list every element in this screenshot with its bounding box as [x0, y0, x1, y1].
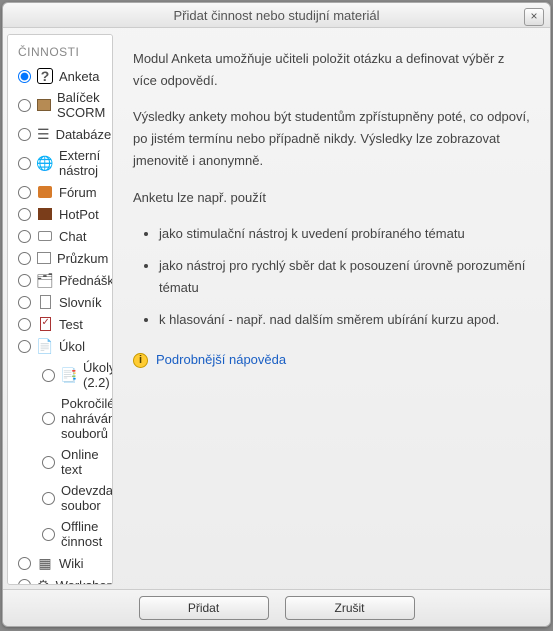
sub-upload-file[interactable]: Odevzdat soubor [8, 480, 112, 516]
activity-radio[interactable] [18, 274, 31, 287]
activity-label: Workshop [56, 578, 113, 586]
chat-icon [37, 228, 53, 244]
activity-radio[interactable] [42, 492, 55, 505]
activity-radio[interactable] [18, 208, 31, 221]
task-icon: 📄 [37, 338, 53, 354]
activity-radio[interactable] [18, 99, 31, 112]
activity-label: Anketa [59, 69, 99, 84]
dialog-footer: Přidat Zrušit [3, 589, 550, 626]
activity-radio[interactable] [18, 230, 31, 243]
activity-label: Offline činnost [61, 519, 106, 549]
desc-paragraph: Výsledky ankety mohou být studentům zpří… [133, 106, 530, 172]
package-icon [37, 97, 51, 113]
wiki-icon: ▦ [37, 555, 53, 571]
activity-radio[interactable] [18, 128, 31, 141]
desc-bullet: k hlasování - např. nad dalším směrem ub… [159, 309, 530, 331]
activity-radio[interactable] [18, 318, 31, 331]
activity-label: Slovník [59, 295, 102, 310]
activity-label: Databáze [56, 127, 112, 142]
close-button[interactable]: × [524, 8, 544, 26]
activity-label: Průzkum [57, 251, 108, 266]
activity-radio[interactable] [42, 369, 55, 382]
sub-offline[interactable]: Offline činnost [8, 516, 112, 552]
section-header-activities: ČINNOSTI [8, 39, 112, 65]
sub-online-text[interactable]: Online text [8, 444, 112, 480]
activity-test[interactable]: Test [8, 313, 112, 335]
desc-paragraph: Anketu lze např. použít [133, 187, 530, 209]
add-button[interactable]: Přidat [139, 596, 269, 620]
activity-label: Balíček SCORM [57, 90, 106, 120]
hotpot-icon [37, 206, 53, 222]
sub-assignment-22[interactable]: 📑 Úkoly (2.2) [8, 357, 112, 393]
test-icon [37, 316, 53, 332]
question-icon: ? [37, 68, 53, 84]
activity-lecture[interactable]: 🗂 Přednáška [8, 269, 112, 291]
activity-label: Přednáška [59, 273, 113, 288]
activity-radio[interactable] [18, 579, 31, 586]
desc-bullet: jako stimulační nástroj k uvedení probír… [159, 223, 530, 245]
task22-icon: 📑 [61, 367, 77, 383]
dictionary-icon [37, 294, 53, 310]
survey-icon [37, 250, 51, 266]
activity-label: Úkol [59, 339, 85, 354]
activity-hotpot[interactable]: HotPot [8, 203, 112, 225]
globe-icon: 🌐 [37, 155, 53, 171]
activity-assignment[interactable]: 📄 Úkol [8, 335, 112, 357]
activity-label: Chat [59, 229, 86, 244]
activity-scorm[interactable]: Balíček SCORM [8, 87, 112, 123]
description-panel: Modul Anketa umožňuje učiteli položit ot… [115, 32, 548, 587]
desc-paragraph: Modul Anketa umožňuje učiteli položit ot… [133, 48, 530, 92]
activity-chat[interactable]: Chat [8, 225, 112, 247]
lecture-icon: 🗂 [37, 272, 53, 288]
cancel-button[interactable]: Zrušit [285, 596, 415, 620]
activity-radio[interactable] [18, 296, 31, 309]
activity-database[interactable]: ☰ Databáze [8, 123, 112, 145]
activity-label: Test [59, 317, 83, 332]
activity-list-panel[interactable]: ČINNOSTI ? Anketa Balíček SCORM ☰ Databá… [7, 34, 113, 585]
activity-radio[interactable] [18, 157, 31, 170]
sub-advanced-upload[interactable]: Pokročilé nahrávání souborů [8, 393, 112, 444]
activity-forum[interactable]: Fórum [8, 181, 112, 203]
desc-bullet: jako nástroj pro rychlý sběr dat k posou… [159, 255, 530, 299]
activity-label: Odevzdat soubor [61, 483, 113, 513]
add-activity-dialog: Přidat činnost nebo studijní materiál × … [2, 2, 551, 627]
help-link-label: Podrobnější nápověda [156, 349, 286, 371]
activity-radio[interactable] [18, 557, 31, 570]
activity-radio[interactable] [42, 528, 55, 541]
activity-glossary[interactable]: Slovník [8, 291, 112, 313]
activity-radio[interactable] [42, 412, 55, 425]
activity-label: Pokročilé nahrávání souborů [61, 396, 113, 441]
workshop-icon: ⚙ [37, 577, 50, 585]
activity-radio[interactable] [18, 70, 31, 83]
activity-label: Fórum [59, 185, 97, 200]
activity-survey[interactable]: Průzkum [8, 247, 112, 269]
activity-label: Wiki [59, 556, 84, 571]
forum-icon [37, 184, 53, 200]
dialog-titlebar: Přidat činnost nebo studijní materiál × [3, 3, 550, 28]
desc-bullets: jako stimulační nástroj k uvedení probír… [159, 223, 530, 331]
activity-wiki[interactable]: ▦ Wiki [8, 552, 112, 574]
activity-label: Online text [61, 447, 106, 477]
activity-radio[interactable] [18, 340, 31, 353]
dialog-body: ČINNOSTI ? Anketa Balíček SCORM ☰ Databá… [3, 28, 550, 589]
activity-radio[interactable] [42, 456, 55, 469]
help-link[interactable]: i Podrobnější nápověda [133, 349, 530, 371]
database-icon: ☰ [37, 126, 50, 142]
activity-anketa[interactable]: ? Anketa [8, 65, 112, 87]
activity-label: HotPot [59, 207, 99, 222]
activity-external-tool[interactable]: 🌐 Externí nástroj [8, 145, 112, 181]
activity-label: Úkoly (2.2) [83, 360, 113, 390]
dialog-title: Přidat činnost nebo studijní materiál [174, 8, 380, 23]
info-icon: i [133, 353, 148, 368]
activity-workshop[interactable]: ⚙ Workshop [8, 574, 112, 585]
activity-label: Externí nástroj [59, 148, 106, 178]
activity-radio[interactable] [18, 186, 31, 199]
activity-radio[interactable] [18, 252, 31, 265]
